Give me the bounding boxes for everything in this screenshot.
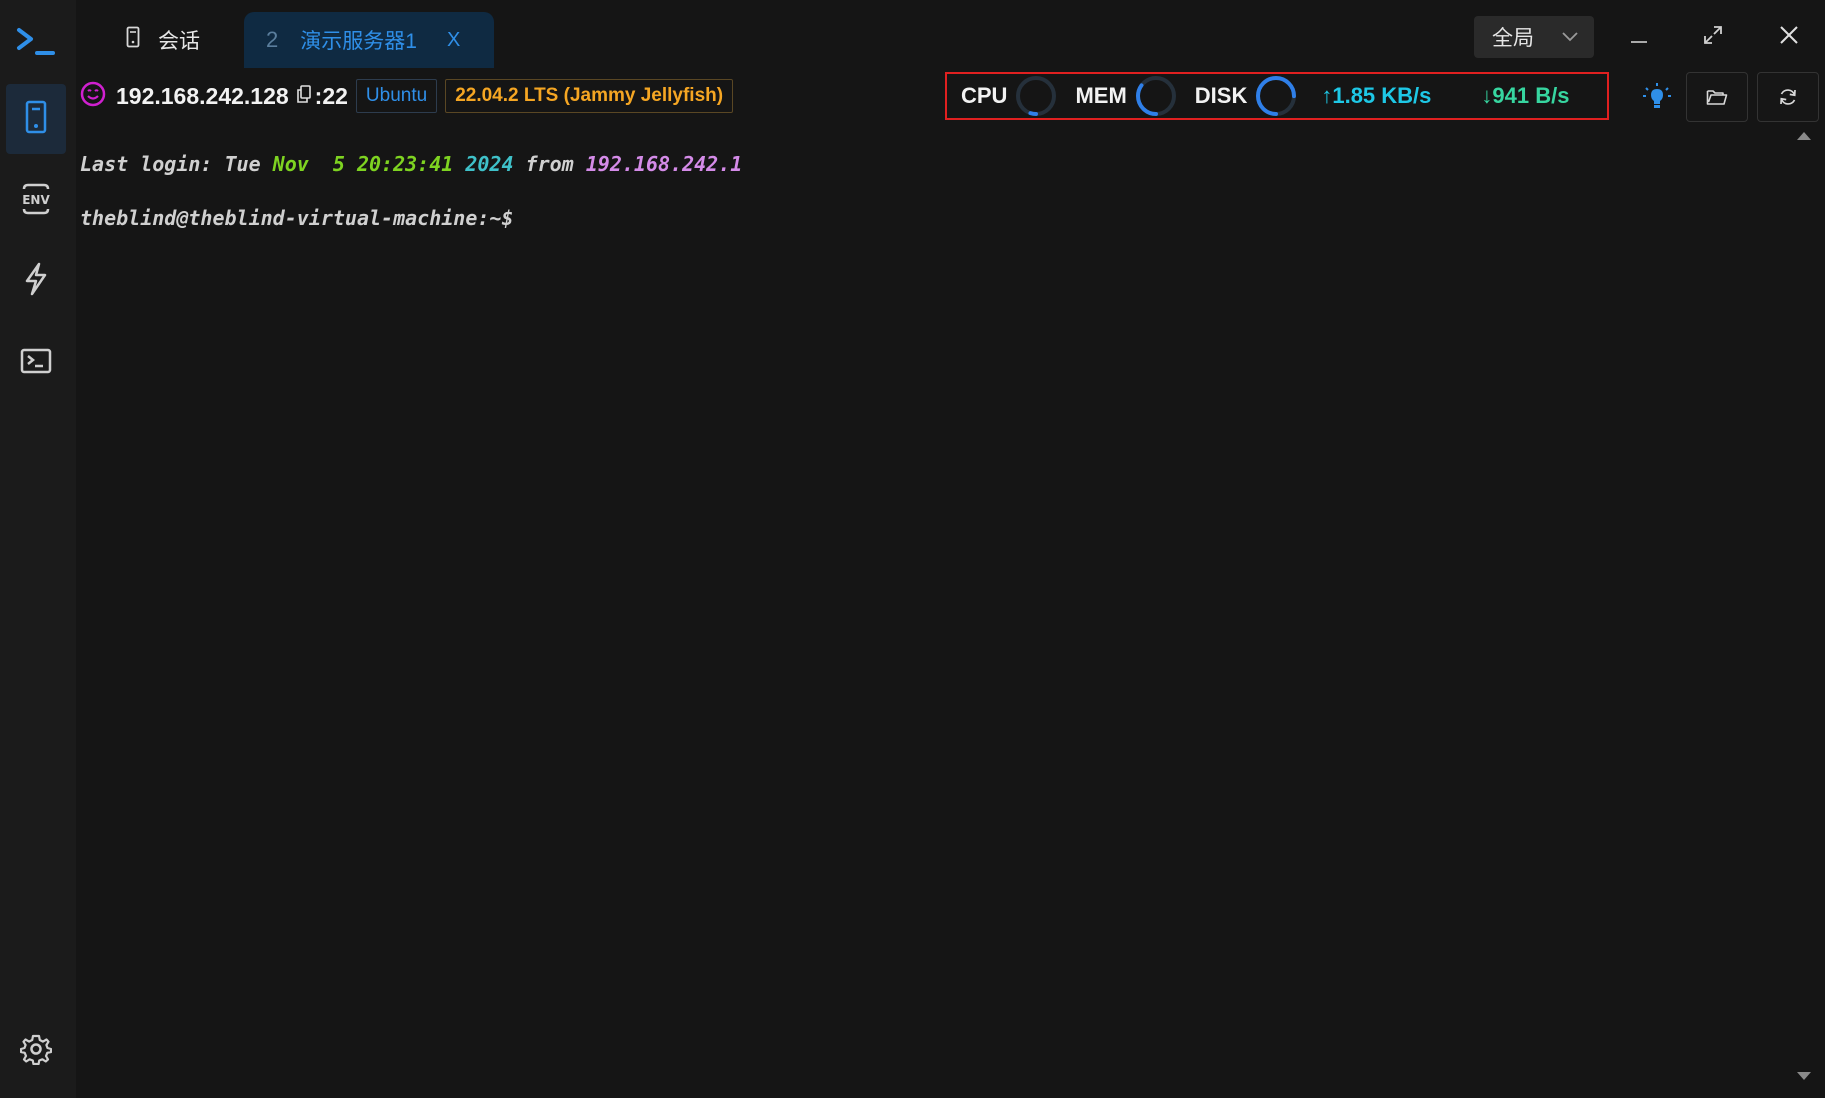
smiley-icon: [80, 81, 106, 112]
env-icon: ENV: [18, 181, 54, 222]
expand-icon: [1704, 26, 1722, 44]
login-from: from: [513, 152, 586, 176]
terminal-line-login: Last login: Tue Nov 5 20:23:41 2024 from…: [80, 151, 742, 178]
svg-text:ENV: ENV: [22, 193, 50, 207]
login-prefix: Last login: Tue: [80, 152, 273, 176]
reconnect-button[interactable]: [1757, 72, 1819, 122]
login-month: Nov: [272, 152, 309, 176]
folder-icon: [1706, 90, 1728, 105]
sidebar-item-quick-commands[interactable]: [6, 246, 66, 316]
bulb-icon: [1643, 83, 1671, 108]
download-rate: ↓941 B/s: [1481, 83, 1570, 108]
disk-ring: [1256, 76, 1297, 116]
upload-rate: ↑1.85 KB/s: [1321, 83, 1432, 108]
app-logo-icon: [16, 26, 56, 63]
host-port: :22: [314, 82, 348, 109]
sidebar-item-settings[interactable]: [6, 1016, 66, 1086]
scope-dropdown[interactable]: 全局: [1474, 16, 1594, 58]
cpu-label: CPU: [961, 83, 1008, 108]
host-ip: 192.168.242.128: [116, 82, 289, 109]
terminal-prompt: theblind@theblind-virtual-machine:~$: [80, 206, 514, 230]
tab-close-button[interactable]: X: [447, 29, 460, 52]
login-ip: 192.168.242.1: [585, 152, 743, 176]
lightning-icon: [23, 262, 49, 301]
refresh-icon: [1780, 89, 1796, 105]
tab-server[interactable]: 2 演示服务器1 X: [244, 12, 494, 68]
tab-number: 2: [266, 27, 279, 52]
os-badge: Ubuntu: [355, 79, 438, 113]
terminal-icon: [20, 348, 52, 379]
mem-ring: [1135, 76, 1176, 116]
terminal-output[interactable]: Last login: Tue Nov 5 20:23:41 2024 from…: [80, 124, 742, 259]
mem-label: MEM: [1075, 83, 1127, 108]
scope-label: 全局: [1492, 27, 1534, 50]
tab-title: 演示服务器1: [300, 30, 417, 53]
scroll-down-icon[interactable]: [1797, 1072, 1811, 1080]
highlight-toggle-button[interactable]: [1626, 72, 1688, 122]
tab-sessions-label: 会话: [158, 30, 200, 53]
ring-track: [1016, 76, 1057, 116]
sidebar-item-servers[interactable]: [6, 84, 66, 154]
os-version-badge: 22.04.2 LTS (Jammy Jellyfish): [445, 79, 734, 113]
sidebar-item-env[interactable]: ENV: [6, 166, 66, 236]
resource-monitor: CPU MEM DISK ↑1.85 KB/s ↓941 B/s: [945, 72, 1609, 120]
chevron-down-icon: [1562, 32, 1578, 42]
login-year: 2024: [453, 152, 514, 176]
disk-label: DISK: [1194, 83, 1248, 108]
minimize-icon: [1631, 41, 1647, 43]
sidebar: ENV: [0, 0, 76, 1098]
sidebar-item-terminal[interactable]: [6, 328, 66, 398]
minimize-button[interactable]: [1624, 20, 1654, 50]
host-info-bar: 192.168.242.128 :22 Ubuntu 22.04.2 LTS (…: [80, 78, 734, 114]
maximize-button[interactable]: [1698, 20, 1728, 50]
tab-sessions[interactable]: 会话: [126, 22, 200, 58]
device-icon: [126, 26, 140, 54]
scroll-up-icon[interactable]: [1797, 132, 1811, 140]
copy-icon[interactable]: [296, 84, 311, 108]
gear-icon: [19, 1033, 53, 1070]
close-icon: [1780, 26, 1798, 44]
server-icon: [25, 100, 47, 139]
sftp-button[interactable]: [1686, 72, 1748, 122]
close-window-button[interactable]: [1774, 20, 1804, 50]
cpu-ring: [1016, 76, 1057, 116]
login-daytime: 5 20:23:41: [308, 152, 454, 176]
